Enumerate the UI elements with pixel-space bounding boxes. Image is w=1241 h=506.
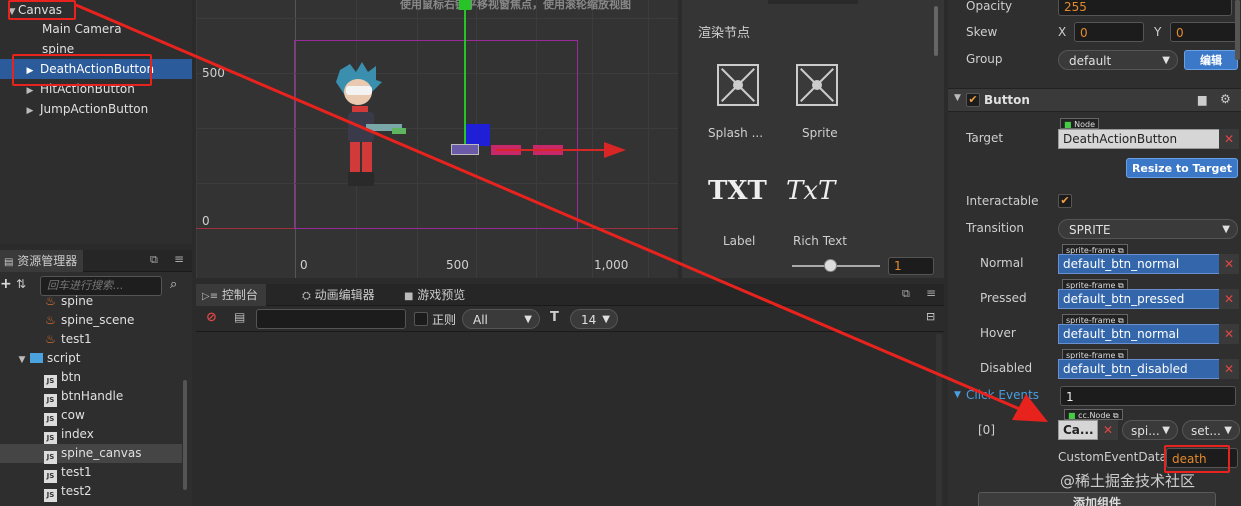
annotation-arrow: [75, 3, 1048, 422]
watermark: @稀土掘金技术社区: [1060, 472, 1196, 490]
editor-window: ▼ Canvas Main Camera spine ▶ DeathActionBu…: [0, 0, 1241, 506]
